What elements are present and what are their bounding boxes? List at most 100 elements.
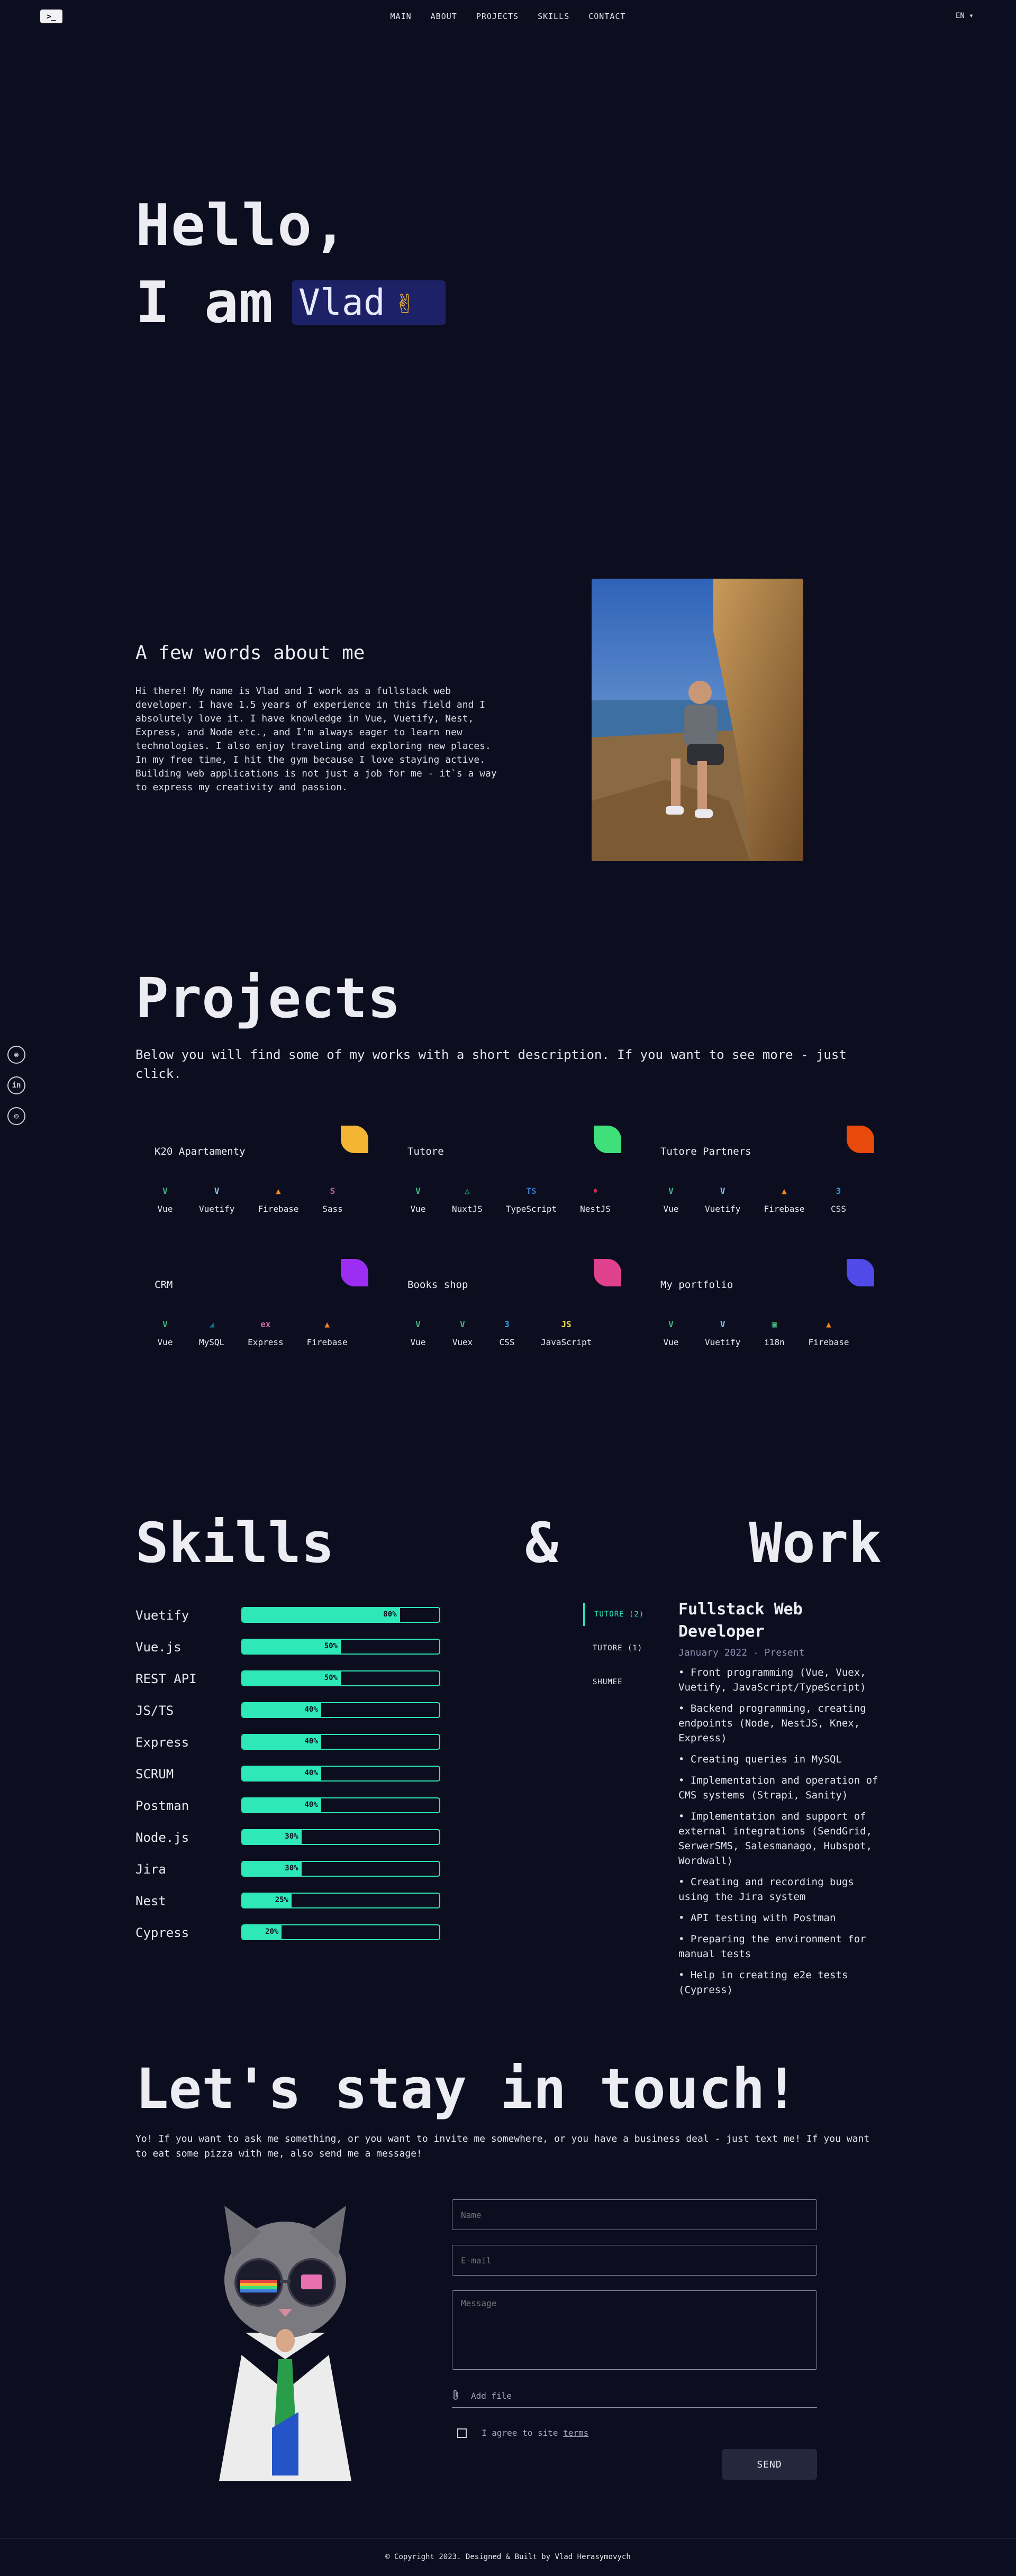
tech-label: Firebase	[306, 1337, 348, 1347]
skill-progress-fill: 30%	[242, 1862, 302, 1876]
terms-checkbox[interactable]	[457, 2428, 467, 2438]
tech-label: Vue	[410, 1204, 426, 1214]
skill-progress-fill: 30%	[242, 1830, 302, 1844]
tab-tutore-1[interactable]: TUTORE (1)	[583, 1637, 668, 1660]
tech-stack: V Vue ◢ MySQL ex Express ▲ Firebase	[155, 1317, 348, 1348]
job-dates: January 2022 - Present	[678, 1647, 805, 1658]
message-field[interactable]	[452, 2290, 817, 2370]
tech-stack: V Vue V Vuetify ▲ Firebase S Sass	[155, 1184, 343, 1214]
css-icon: 3	[836, 1185, 841, 1196]
projects-title: Projects	[135, 966, 401, 1030]
job-duties: • Front programming (Vue, Vuex, Vuetify,…	[678, 1665, 890, 2004]
skill-row: Postman 40%	[135, 1797, 440, 1814]
skill-progress-fill: 25%	[242, 1894, 292, 1907]
nuxt-icon: △	[465, 1185, 470, 1196]
express-icon: ex	[260, 1319, 271, 1329]
skill-percent: 50%	[324, 1674, 338, 1682]
victory-hand-icon: ✌	[394, 284, 414, 321]
tech-item: V Vuetify	[199, 1184, 234, 1214]
vue-icon: V	[415, 1319, 421, 1329]
skill-name: Postman	[135, 1798, 189, 1813]
project-card[interactable]: CRM V Vue ◢ MySQL ex Express ▲ Firebase	[135, 1259, 368, 1365]
skill-percent: 40%	[304, 1737, 318, 1746]
tech-item: V Vuetify	[705, 1184, 740, 1214]
tech-label: Vuex	[452, 1337, 473, 1347]
name-field[interactable]	[452, 2199, 817, 2230]
javascript-icon: JS	[561, 1319, 572, 1329]
tech-item: V Vue	[407, 1184, 429, 1214]
project-title: My portfolio	[660, 1279, 733, 1291]
mysql-icon: ◢	[209, 1319, 214, 1329]
nav-item-skills[interactable]: SKILLS	[538, 12, 569, 21]
tech-item: ▲ Firebase	[764, 1184, 804, 1214]
skill-row: Express 40%	[135, 1734, 440, 1751]
tab-shumee[interactable]: SHUMEE	[583, 1670, 668, 1694]
skill-progress-bar: 25%	[241, 1893, 440, 1908]
skill-name: REST API	[135, 1671, 197, 1686]
job-duty: • Backend programming, creating endpoint…	[678, 1703, 866, 1744]
css-icon: 3	[504, 1319, 510, 1329]
hero-greeting: Hello,	[135, 193, 349, 259]
job-title: Fullstack Web Developer	[678, 1600, 803, 1641]
tech-label: TypeScript	[505, 1204, 557, 1214]
ampersand: &	[525, 1511, 558, 1575]
tech-item: S Sass	[322, 1184, 343, 1214]
tech-item: V Vuetify	[705, 1317, 740, 1348]
terms-agreement-text: I agree to site terms	[482, 2428, 588, 2438]
instagram-icon[interactable]: ◎	[7, 1107, 25, 1125]
skill-row: Vuetify 80%	[135, 1607, 440, 1624]
linkedin-icon[interactable]: in	[7, 1076, 25, 1094]
about-text: Hi there! My name is Vlad and I work as …	[135, 686, 497, 793]
nav-item-main[interactable]: MAIN	[391, 12, 412, 21]
tech-item: V Vue	[155, 1184, 176, 1214]
skill-progress-fill: 80%	[242, 1608, 400, 1622]
skill-name: Express	[135, 1735, 189, 1750]
vue-icon: V	[162, 1185, 168, 1196]
project-card[interactable]: My portfolio V Vue V Vuetify ▣ i18n ▲ Firebase	[641, 1259, 874, 1365]
send-button[interactable]: SEND	[722, 2449, 817, 2480]
job-duty: • Implementation and support of external…	[678, 1811, 873, 1867]
project-title: Tutore Partners	[660, 1146, 751, 1157]
tech-label: MySQL	[199, 1337, 225, 1347]
project-title: CRM	[155, 1279, 173, 1291]
github-icon[interactable]: ◉	[7, 1046, 25, 1064]
skill-progress-bar: 40%	[241, 1766, 440, 1782]
tech-label: Vue	[157, 1337, 173, 1347]
leaf-icon	[594, 1259, 621, 1286]
skill-progress-fill: 40%	[242, 1767, 321, 1780]
language-select[interactable]: EN ▾	[956, 12, 974, 20]
tab-tutore-2[interactable]: TUTORE (2)	[583, 1603, 668, 1626]
tech-item: ♦ NestJS	[580, 1184, 611, 1214]
project-card[interactable]: Tutore V Vue △ NuxtJS TS TypeScript ♦ NestJS	[388, 1126, 621, 1231]
tech-label: Sass	[322, 1204, 343, 1214]
project-card[interactable]: Tutore Partners V Vue V Vuetify ▲ Firebase 3 CSS	[641, 1126, 874, 1231]
tech-stack: V Vue V Vuex 3 CSS JS JavaScript	[407, 1317, 592, 1348]
skill-name: Vue.js	[135, 1640, 182, 1655]
tech-item: 3 CSS	[828, 1184, 849, 1214]
hero-name: Vlad	[298, 281, 385, 324]
email-field[interactable]	[452, 2245, 817, 2276]
nav-item-contact[interactable]: CONTACT	[588, 12, 625, 21]
tech-item: ▲ Firebase	[306, 1317, 348, 1348]
tech-item: ▲ Firebase	[808, 1317, 849, 1348]
skill-percent: 40%	[304, 1705, 318, 1714]
nav-item-about[interactable]: ABOUT	[431, 12, 457, 21]
terms-agreement: I agree to site terms	[457, 2428, 588, 2438]
tech-item: ◢ MySQL	[199, 1317, 225, 1348]
nestjs-icon: ♦	[593, 1185, 598, 1196]
skill-percent: 40%	[304, 1801, 318, 1809]
leaf-icon	[594, 1126, 621, 1153]
projects-description: Below you will find some of my works wit…	[135, 1047, 847, 1081]
project-card[interactable]: Books shop V Vue V Vuex 3 CSS JS JavaScript	[388, 1259, 621, 1365]
work-heading-word: Work	[749, 1511, 882, 1575]
leaf-icon	[847, 1259, 874, 1286]
i18n-icon: ▣	[772, 1319, 777, 1329]
skill-name: Node.js	[135, 1830, 189, 1845]
leaf-icon	[341, 1126, 368, 1153]
terms-link[interactable]: terms	[563, 2428, 588, 2438]
skill-progress-bar: 40%	[241, 1797, 440, 1813]
project-card[interactable]: K20 Apartamenty V Vue V Vuetify ▲ Firebase S Sas…	[135, 1126, 368, 1231]
nav-item-projects[interactable]: PROJECTS	[476, 12, 519, 21]
file-upload[interactable]: Add file	[452, 2385, 817, 2408]
typescript-icon: TS	[526, 1185, 537, 1196]
